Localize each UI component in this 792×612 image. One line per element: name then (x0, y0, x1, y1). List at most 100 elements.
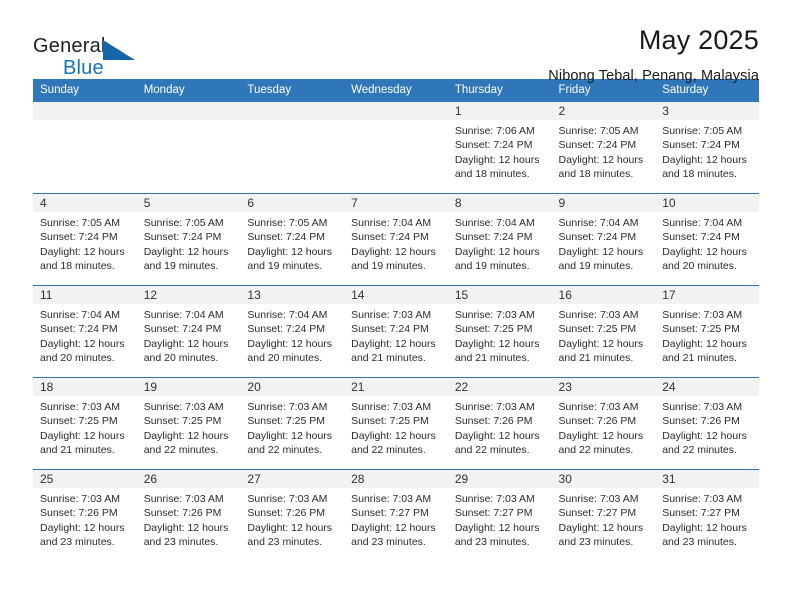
daylight-text-line1: Daylight: 12 hours (662, 337, 747, 350)
day-details: Sunrise: 7:03 AM Sunset: 7:27 PM Daylight:… (552, 488, 656, 550)
day-details: Sunrise: 7:03 AM Sunset: 7:25 PM Daylight:… (552, 304, 656, 366)
calendar-day-cell[interactable]: 6 Sunrise: 7:05 AM Sunset: 7:24 PM Daylight… (240, 193, 345, 286)
daylight-text-line2: and 21 minutes. (558, 352, 634, 365)
daylight-text-line2: and 18 minutes. (454, 168, 530, 181)
calendar-day-cell[interactable]: 7 Sunrise: 7:04 AM Sunset: 7:24 PM Daylight… (344, 193, 448, 286)
day-number: 30 (551, 470, 656, 488)
calendar-day-cell[interactable]: 19 Sunrise: 7:03 AM Sunset: 7:25 PM Dayligh… (136, 377, 241, 470)
sunset-text: Sunset: 7:24 PM (40, 323, 118, 336)
daylight-text-line1: Daylight: 12 hours (247, 337, 333, 350)
day-number (136, 102, 241, 120)
day-number: 8 (447, 194, 552, 212)
day-number: 13 (240, 286, 345, 304)
sunset-text: Sunset: 7:25 PM (40, 415, 118, 428)
calendar-day-cell[interactable]: 18 Sunrise: 7:03 AM Sunset: 7:25 PM Dayligh… (33, 377, 137, 470)
calendar-day-cell[interactable]: 28 Sunrise: 7:03 AM Sunset: 7:27 PM Dayligh… (344, 469, 448, 561)
sunrise-text: Sunrise: 7:04 AM (143, 309, 224, 321)
sunset-text: Sunset: 7:24 PM (40, 231, 118, 244)
calendar-day-cell[interactable]: 1 Sunrise: 7:06 AM Sunset: 7:24 PM Daylight… (447, 101, 552, 194)
calendar-day-cell[interactable]: 25 Sunrise: 7:03 AM Sunset: 7:26 PM Dayligh… (33, 469, 137, 561)
weekday-header-sunday: Sunday (33, 79, 137, 102)
calendar-empty-cell (240, 101, 345, 194)
day-number (240, 102, 345, 120)
sunset-text: Sunset: 7:24 PM (558, 139, 637, 152)
calendar-day-cell[interactable]: 10 Sunrise: 7:04 AM Sunset: 7:24 PM Dayligh… (655, 193, 759, 286)
daylight-text-line2: and 23 minutes. (143, 536, 219, 549)
sunset-text: Sunset: 7:26 PM (662, 415, 740, 428)
day-details: Sunrise: 7:05 AM Sunset: 7:24 PM Daylight:… (655, 120, 759, 182)
daylight-text-line1: Daylight: 12 hours (454, 429, 540, 442)
day-details: Sunrise: 7:04 AM Sunset: 7:24 PM Daylight:… (655, 212, 759, 274)
day-number: 14 (344, 286, 448, 304)
day-details: Sunrise: 7:03 AM Sunset: 7:25 PM Daylight:… (344, 396, 448, 458)
calendar-day-cell[interactable]: 22 Sunrise: 7:03 AM Sunset: 7:26 PM Dayligh… (447, 377, 552, 470)
sunset-text: Sunset: 7:27 PM (558, 507, 637, 520)
day-details: Sunrise: 7:04 AM Sunset: 7:24 PM Daylight:… (448, 212, 552, 274)
brand-name-blue: Blue (63, 57, 104, 79)
calendar-day-cell[interactable]: 27 Sunrise: 7:03 AM Sunset: 7:26 PM Dayligh… (240, 469, 345, 561)
day-details: Sunrise: 7:04 AM Sunset: 7:24 PM Daylight:… (137, 304, 241, 366)
sunset-text: Sunset: 7:26 PM (143, 507, 222, 520)
weekday-header-wednesday: Wednesday (344, 79, 448, 102)
daylight-text-line1: Daylight: 12 hours (247, 245, 333, 258)
day-number: 7 (344, 194, 448, 212)
day-details: Sunrise: 7:03 AM Sunset: 7:27 PM Daylight:… (448, 488, 552, 550)
calendar-day-cell[interactable]: 24 Sunrise: 7:03 AM Sunset: 7:26 PM Dayligh… (655, 377, 759, 470)
daylight-text-line1: Daylight: 12 hours (558, 521, 644, 534)
sunset-text: Sunset: 7:24 PM (454, 139, 533, 152)
calendar-day-cell[interactable]: 23 Sunrise: 7:03 AM Sunset: 7:26 PM Dayligh… (551, 377, 656, 470)
daylight-text-line2: and 19 minutes. (247, 260, 323, 273)
calendar-day-cell[interactable]: 17 Sunrise: 7:03 AM Sunset: 7:25 PM Dayligh… (655, 285, 759, 378)
day-details: Sunrise: 7:03 AM Sunset: 7:25 PM Daylight:… (655, 304, 759, 366)
day-number: 31 (655, 470, 759, 488)
sunset-text: Sunset: 7:25 PM (143, 415, 222, 428)
calendar-day-cell[interactable]: 30 Sunrise: 7:03 AM Sunset: 7:27 PM Dayligh… (551, 469, 656, 561)
sunset-text: Sunset: 7:25 PM (454, 323, 533, 336)
calendar-day-cell[interactable]: 11 Sunrise: 7:04 AM Sunset: 7:24 PM Dayligh… (33, 285, 137, 378)
daylight-text-line1: Daylight: 12 hours (247, 521, 333, 534)
calendar-day-cell[interactable]: 15 Sunrise: 7:03 AM Sunset: 7:25 PM Dayligh… (447, 285, 552, 378)
calendar-day-cell[interactable]: 13 Sunrise: 7:04 AM Sunset: 7:24 PM Dayligh… (240, 285, 345, 378)
sunset-text: Sunset: 7:27 PM (454, 507, 533, 520)
sunrise-text: Sunrise: 7:05 AM (558, 125, 639, 137)
daylight-text-line1: Daylight: 12 hours (143, 521, 229, 534)
day-details: Sunrise: 7:03 AM Sunset: 7:26 PM Daylight:… (448, 396, 552, 458)
daylight-text-line1: Daylight: 12 hours (558, 337, 644, 350)
sunrise-text: Sunrise: 7:03 AM (247, 493, 328, 505)
sunrise-text: Sunrise: 7:03 AM (143, 401, 224, 413)
daylight-text-line2: and 20 minutes. (143, 352, 219, 365)
day-number: 21 (344, 378, 448, 396)
calendar-day-cell[interactable]: 31 Sunrise: 7:03 AM Sunset: 7:27 PM Dayligh… (655, 469, 759, 561)
sunrise-text: Sunrise: 7:04 AM (558, 217, 639, 229)
day-number: 12 (136, 286, 241, 304)
daylight-text-line1: Daylight: 12 hours (143, 429, 229, 442)
calendar-day-cell[interactable]: 2 Sunrise: 7:05 AM Sunset: 7:24 PM Daylight… (551, 101, 656, 194)
daylight-text-line2: and 23 minutes. (351, 536, 426, 549)
sunset-text: Sunset: 7:25 PM (351, 415, 429, 428)
weekday-header-tuesday: Tuesday (240, 79, 345, 102)
calendar-day-cell[interactable]: 4 Sunrise: 7:05 AM Sunset: 7:24 PM Daylight… (33, 193, 137, 286)
daylight-text-line2: and 23 minutes. (40, 536, 115, 549)
day-number: 23 (551, 378, 656, 396)
brand-logo[interactable]: General Blue (33, 26, 153, 82)
day-details: Sunrise: 7:03 AM Sunset: 7:25 PM Daylight:… (240, 396, 344, 458)
sunrise-text: Sunrise: 7:03 AM (40, 493, 120, 505)
sunrise-text: Sunrise: 7:03 AM (662, 401, 743, 413)
calendar-day-cell[interactable]: 3 Sunrise: 7:05 AM Sunset: 7:24 PM Daylight… (655, 101, 759, 194)
calendar-day-cell[interactable]: 21 Sunrise: 7:03 AM Sunset: 7:25 PM Dayligh… (344, 377, 448, 470)
calendar-day-cell[interactable]: 29 Sunrise: 7:03 AM Sunset: 7:27 PM Dayligh… (447, 469, 552, 561)
sunset-text: Sunset: 7:24 PM (247, 231, 326, 244)
calendar-day-cell[interactable]: 5 Sunrise: 7:05 AM Sunset: 7:24 PM Daylight… (136, 193, 241, 286)
daylight-text-line1: Daylight: 12 hours (454, 521, 540, 534)
sunset-text: Sunset: 7:26 PM (40, 507, 118, 520)
calendar-day-cell[interactable]: 14 Sunrise: 7:03 AM Sunset: 7:24 PM Dayligh… (344, 285, 448, 378)
day-number: 25 (33, 470, 137, 488)
calendar-day-cell[interactable]: 16 Sunrise: 7:03 AM Sunset: 7:25 PM Dayligh… (551, 285, 656, 378)
weekday-header-thursday: Thursday (447, 79, 552, 102)
calendar-day-cell[interactable]: 26 Sunrise: 7:03 AM Sunset: 7:26 PM Dayligh… (136, 469, 241, 561)
sunrise-text: Sunrise: 7:03 AM (351, 309, 432, 321)
calendar-day-cell[interactable]: 20 Sunrise: 7:03 AM Sunset: 7:25 PM Dayligh… (240, 377, 345, 470)
calendar-day-cell[interactable]: 9 Sunrise: 7:04 AM Sunset: 7:24 PM Daylight… (551, 193, 656, 286)
calendar-day-cell[interactable]: 8 Sunrise: 7:04 AM Sunset: 7:24 PM Daylight… (447, 193, 552, 286)
calendar-day-cell[interactable]: 12 Sunrise: 7:04 AM Sunset: 7:24 PM Dayligh… (136, 285, 241, 378)
